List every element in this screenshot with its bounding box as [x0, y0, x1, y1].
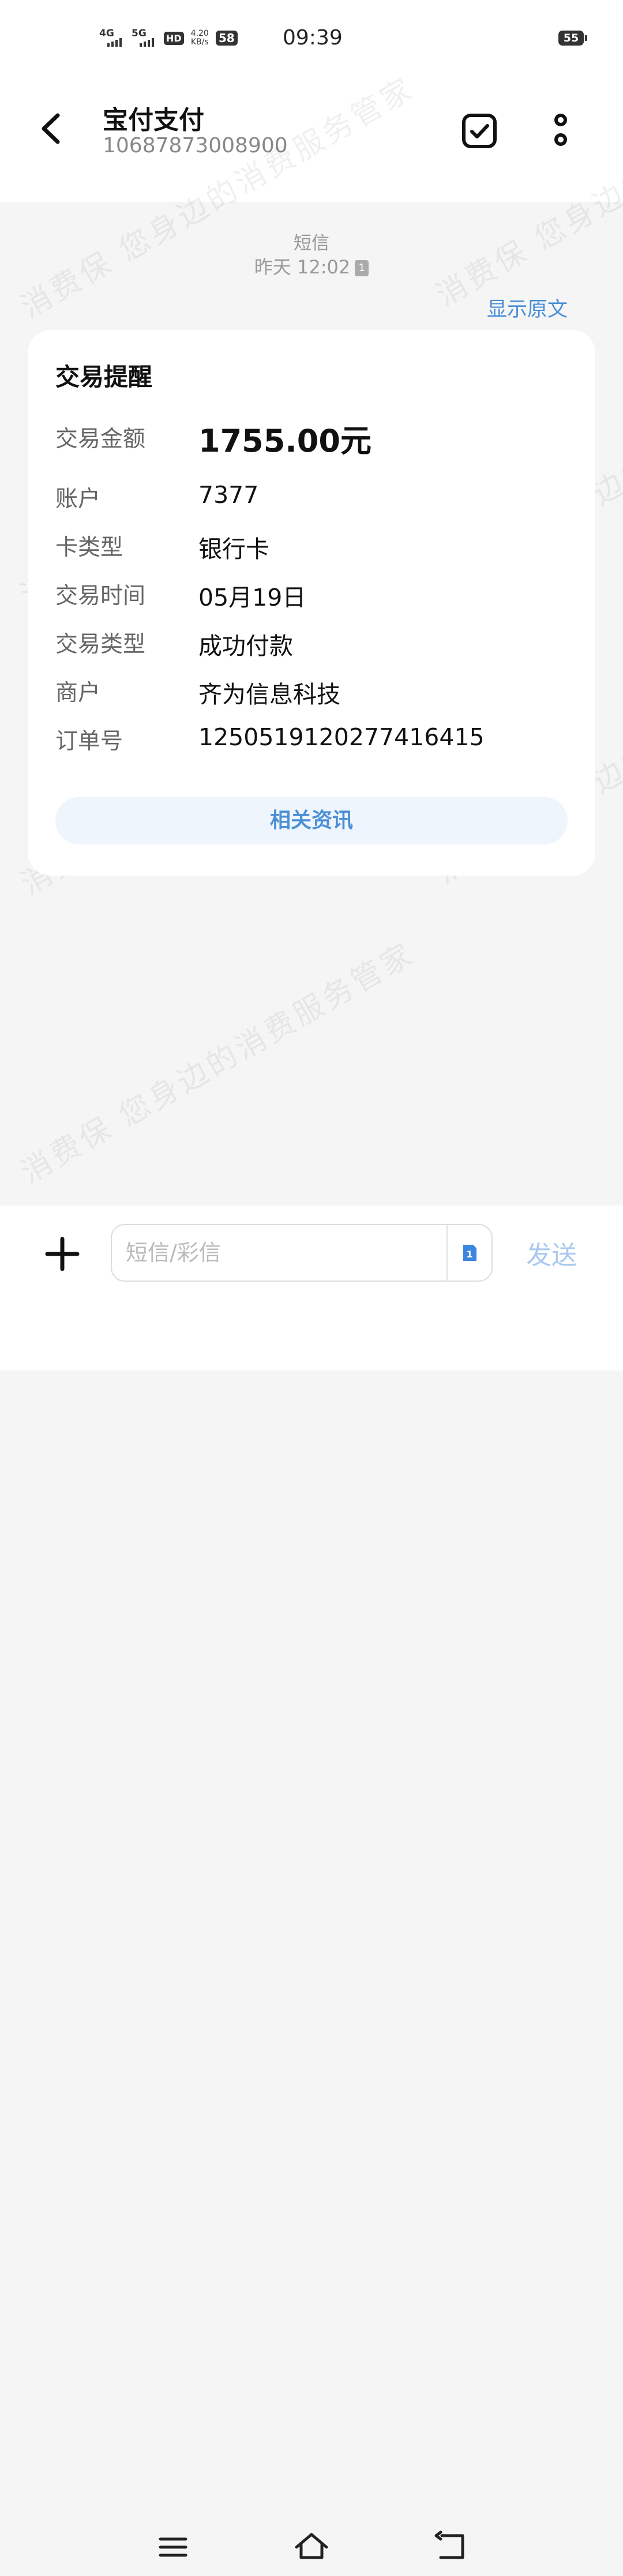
row-account: 账户 7377 [55, 481, 259, 512]
system-nav-bar [0, 2521, 623, 2576]
attach-button[interactable] [44, 1236, 81, 1272]
battery-icon: 55 [558, 31, 587, 46]
composer-bar: 1 发送 [0, 1206, 623, 2559]
row-time: 交易时间 05月19日 [55, 583, 306, 611]
transaction-card: 交易提醒 交易金额 1755.00元 账户 7377 卡类型 银行卡 交易时间 … [28, 330, 595, 876]
watermark: 消费保 您身边的消费服务管家 [15, 936, 421, 1191]
message-input[interactable] [125, 1238, 427, 1268]
svg-text:1: 1 [466, 1249, 472, 1260]
plus-icon [45, 1237, 80, 1271]
status-time: 09:39 [283, 26, 343, 50]
checkbox-icon [462, 114, 497, 148]
message-timestamp: 昨天 12:02 1 [0, 253, 623, 279]
more-vertical-icon [554, 114, 567, 146]
message-input-box: 1 [111, 1224, 493, 1282]
show-original-link[interactable]: 显示原文 [487, 293, 568, 322]
message-type-label: 短信 [294, 233, 329, 254]
row-merchant: 商户 齐为信息科技 [55, 680, 340, 708]
home-icon[interactable] [293, 2530, 330, 2564]
row-amount: 交易金额 1755.00元 [55, 423, 371, 459]
signal-5g-icon: 5G [132, 28, 157, 48]
row-card-type: 卡类型 银行卡 [55, 535, 269, 563]
status-bar: 4G 5G HD 4.20 KB/s 58 09:39 55 [0, 23, 623, 55]
input-divider [446, 1225, 448, 1281]
menu-icon[interactable] [155, 2530, 192, 2564]
more-options-button[interactable] [547, 111, 575, 151]
top-area: 4G 5G HD 4.20 KB/s 58 09:39 55 宝付支付 1068… [0, 0, 623, 202]
related-news-button[interactable]: 相关资讯 [55, 797, 568, 844]
sim-card-icon: 1 [355, 260, 369, 276]
sender-number: 10687873008900 [103, 134, 288, 157]
row-type: 交易类型 成功付款 [55, 632, 293, 660]
net-speed: 4.20 KB/s [190, 29, 209, 47]
back-arrow-icon [42, 113, 60, 144]
card-title: 交易提醒 [55, 363, 153, 391]
back-button[interactable] [35, 108, 69, 149]
multi-select-button[interactable] [461, 113, 497, 149]
sender-name: 宝付支付 [103, 106, 204, 135]
back-nav-icon[interactable] [431, 2530, 468, 2564]
sim-card-icon: 1 [463, 1245, 476, 1261]
row-order-number: 订单号 1250519120277416415 [55, 723, 485, 754]
status-icons: 4G 5G HD 4.20 KB/s 58 [99, 28, 238, 48]
signal-4g-icon: 4G [99, 28, 125, 48]
conversation-header: 宝付支付 10687873008900 [0, 92, 623, 167]
notification-badge: 58 [215, 31, 238, 46]
send-button[interactable]: 发送 [526, 1234, 577, 1271]
hd-voice-icon: HD [164, 31, 184, 45]
sim-select-button[interactable]: 1 [459, 1242, 480, 1263]
